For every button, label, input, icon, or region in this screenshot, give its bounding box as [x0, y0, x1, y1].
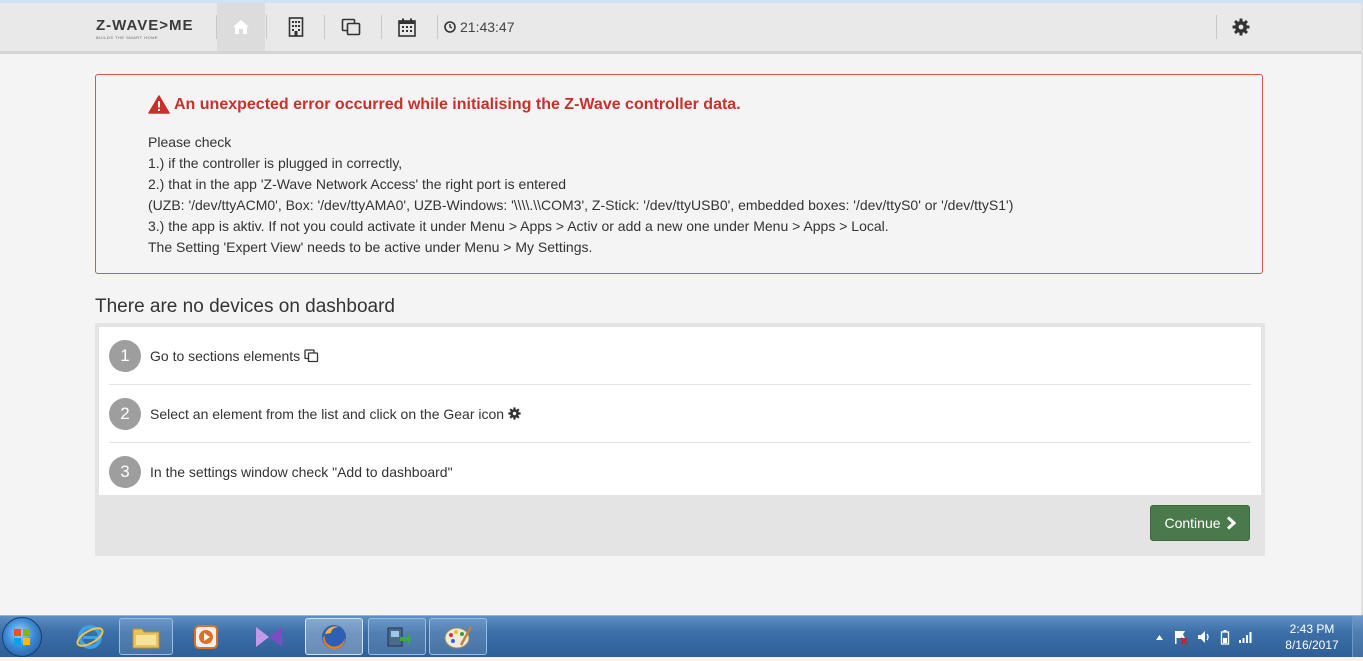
- alert-body: Please check 1.) if the controller is pl…: [148, 132, 1013, 258]
- nav-elements-button[interactable]: [327, 3, 375, 51]
- chevron-right-icon: [1226, 516, 1236, 530]
- taskbar-network-tool[interactable]: [368, 618, 426, 655]
- building-icon: [288, 17, 304, 37]
- calendar-icon: [398, 18, 416, 37]
- warning-icon: [148, 95, 170, 114]
- alert-line: (UZB: '/dev/ttyACM0', Box: '/dev/ttyAMA0…: [148, 197, 1014, 213]
- step-text: Go to sections elements: [150, 347, 301, 364]
- network-signal-icon[interactable]: [1238, 630, 1254, 644]
- alert-line: 3.) the app is aktiv. If not you could a…: [148, 218, 889, 234]
- volume-icon[interactable]: [1196, 629, 1212, 645]
- clock-time: 21:43:47: [460, 19, 515, 35]
- server-clock: 21:43:47: [444, 3, 515, 51]
- nav-rooms-button[interactable]: [272, 3, 320, 51]
- taskbar-clock[interactable]: 2:43 PM 8/16/2017: [1280, 621, 1344, 653]
- nav-separator: [1216, 15, 1217, 39]
- continue-button[interactable]: Continue: [1150, 505, 1250, 541]
- settings-button[interactable]: [1226, 3, 1256, 51]
- windows-taskbar: 2:43 PM 8/16/2017: [0, 615, 1363, 657]
- steps-list: 1 Go to sections elements 2 Select an el…: [99, 327, 1261, 495]
- continue-label: Continue: [1164, 515, 1221, 531]
- list-item: 3 In the settings window check "Add to d…: [109, 443, 1251, 501]
- taskbar-time: 2:43 PM: [1289, 622, 1335, 636]
- visual-studio-icon: [256, 626, 282, 647]
- system-tray: [1155, 616, 1254, 657]
- elements-icon: [341, 18, 361, 36]
- nav-separator: [437, 15, 438, 39]
- dashboard-empty-title: There are no devices on dashboard: [95, 296, 395, 317]
- step-number: 1: [109, 339, 141, 372]
- step-text: Select an element from the list and clic…: [150, 405, 505, 422]
- start-button[interactable]: [2, 617, 42, 657]
- nav-events-button[interactable]: [383, 3, 431, 51]
- home-icon: [233, 20, 249, 34]
- network-tool-icon: [387, 627, 411, 646]
- alert-line: The Setting 'Expert View' needs to be ac…: [148, 239, 593, 255]
- nav-separator: [324, 15, 325, 39]
- taskbar-date: 8/16/2017: [1285, 638, 1339, 652]
- taskbar-paint[interactable]: [429, 618, 487, 655]
- logo-tagline: BUILDS THE SMART HOME: [96, 35, 159, 40]
- alert-line: 2.) that in the app 'Z-Wave Network Acce…: [148, 176, 567, 192]
- logo-text: Z-WAVE>ME: [96, 17, 194, 34]
- tray-expand-icon[interactable]: [1155, 633, 1164, 641]
- error-alert: An unexpected error occurred while initi…: [95, 74, 1263, 274]
- nav-separator: [266, 15, 267, 39]
- battery-icon[interactable]: [1220, 629, 1230, 645]
- taskbar-internet-explorer[interactable]: [66, 618, 114, 655]
- taskbar-file-explorer[interactable]: [119, 618, 173, 655]
- gear-icon: [1232, 18, 1250, 36]
- step-text: In the settings window check "Add to das…: [150, 464, 453, 480]
- top-navbar: Z-WAVE>ME BUILDS THE SMART HOME 21:43:47: [0, 3, 1363, 54]
- alert-line: Please check: [148, 134, 232, 150]
- alert-title: An unexpected error occurred while initi…: [148, 95, 741, 114]
- file-explorer-icon: [132, 628, 160, 648]
- clock-icon: [444, 21, 456, 33]
- dashboard-hint-panel: 1 Go to sections elements 2 Select an el…: [95, 323, 1265, 556]
- step-number: 2: [109, 397, 141, 430]
- list-item: 2 Select an element from the list and cl…: [109, 385, 1251, 443]
- media-player-icon: [194, 624, 218, 649]
- show-desktop-button[interactable]: [1352, 616, 1363, 657]
- alert-title-text: An unexpected error occurred while initi…: [174, 95, 741, 113]
- firefox-icon: [322, 624, 346, 649]
- action-center-flag-icon[interactable]: [1172, 629, 1188, 645]
- elements-icon: [304, 348, 319, 362]
- list-item: 1 Go to sections elements: [109, 327, 1251, 385]
- nav-home-button[interactable]: [217, 3, 265, 51]
- taskbar-firefox[interactable]: [305, 618, 363, 655]
- step-number: 3: [109, 456, 141, 488]
- gear-icon: [508, 407, 521, 420]
- internet-explorer-icon: [76, 624, 104, 649]
- nav-separator: [381, 15, 382, 39]
- zwave-me-logo[interactable]: Z-WAVE>ME BUILDS THE SMART HOME: [96, 17, 194, 41]
- taskbar-visual-studio[interactable]: [245, 618, 293, 655]
- alert-line: 1.) if the controller is plugged in corr…: [148, 155, 403, 171]
- paint-icon: [444, 625, 473, 648]
- windows-logo-icon: [14, 629, 30, 645]
- taskbar-media-player[interactable]: [182, 618, 230, 655]
